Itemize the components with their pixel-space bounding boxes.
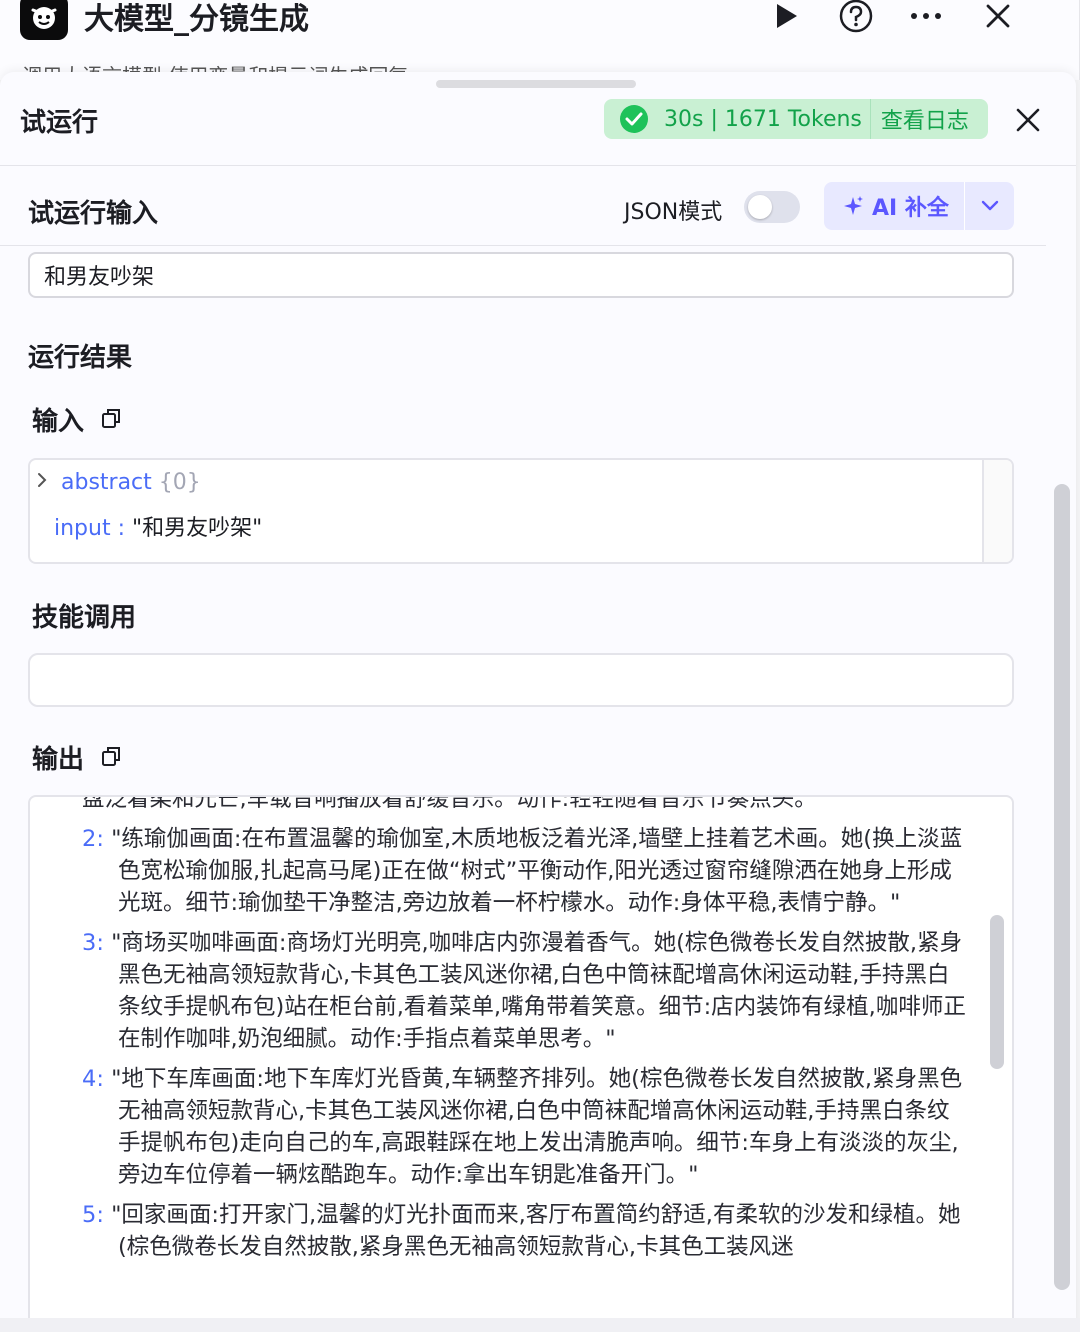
test-input-field[interactable]	[28, 252, 1014, 298]
more-icon[interactable]	[906, 0, 946, 34]
section-divider	[0, 245, 1046, 246]
output-item-text: "商场买咖啡画面:商场灯光明亮,咖啡店内弥漫着香气。她(棕色微卷长发自然披散,紧…	[111, 930, 966, 1052]
output-list: 2: "练瑜伽画面:在布置温馨的瑜伽室,木质地板泛着光泽,墙壁上挂着艺术画。她(…	[82, 823, 968, 1263]
chevron-down-icon[interactable]	[965, 182, 1014, 230]
output-content: 盘泛着柔和光芒,车载音响播放着舒缓音乐。动作:轻轻随着音乐节奏点头。" 2: "…	[82, 795, 968, 1271]
copy-input-icon[interactable]	[100, 407, 122, 429]
output-viewer[interactable]: 盘泛着柔和光芒,车载音响播放着舒缓音乐。动作:轻轻随着音乐节奏点头。" 2: "…	[28, 795, 1014, 1332]
output-item-number: 3	[82, 930, 97, 956]
input-label: 输入	[32, 407, 85, 437]
json-mode-label: JSON模式	[624, 200, 723, 225]
output-partial-line: 盘泛着柔和光芒,车载音响播放着舒缓音乐。动作:轻轻随着音乐节奏点头。"	[82, 795, 828, 812]
output-item-text: "回家画面:打开家门,温馨的灯光扑面而来,客厅布置简约舒适,有柔软的沙发和绿植。…	[111, 1202, 961, 1260]
code-scroll-gutter	[982, 460, 1012, 562]
help-icon[interactable]	[836, 0, 876, 34]
ai-complete-button[interactable]: AI 补全	[824, 182, 964, 230]
close-icon[interactable]	[978, 0, 1018, 34]
bot-logo-icon	[20, 0, 68, 40]
copy-output-icon[interactable]	[100, 745, 122, 767]
panel-title: 试运行	[20, 108, 99, 138]
output-item-text: "练瑜伽画面:在布置温馨的瑜伽室,木质地板泛着光泽,墙壁上挂着艺术画。她(换上淡…	[111, 826, 963, 916]
panel-header: 试运行 30s | 1671 Tokens 查看日志	[0, 72, 1076, 166]
json-mode-toggle[interactable]	[744, 191, 800, 223]
status-divider	[869, 99, 871, 139]
sparkle-icon	[842, 195, 864, 217]
json-key-input: input	[54, 516, 111, 541]
input-json-viewer[interactable]: abstract {0} input : "和男友吵架"	[28, 458, 1014, 564]
panel-scrollbar[interactable]	[1054, 484, 1070, 1290]
json-abstract-count: {0}	[158, 470, 201, 495]
test-input-title: 试运行输入	[28, 199, 159, 229]
check-circle-icon	[620, 105, 648, 133]
node-header: 大模型_分镜生成 调用大语言模型,使用变量和提示词生成回复	[0, 0, 1080, 80]
output-item-number: 4	[82, 1066, 97, 1092]
output-item-number: 2	[82, 826, 97, 852]
output-list-item: 2: "练瑜伽画面:在布置温馨的瑜伽室,木质地板泛着光泽,墙壁上挂着艺术画。她(…	[82, 826, 963, 916]
run-result-title: 运行结果	[28, 343, 133, 373]
expand-chevron-icon[interactable]	[36, 470, 54, 495]
test-run-panel: 试运行 30s | 1671 Tokens 查看日志 试运行输入 JSON模式	[0, 72, 1076, 1332]
panel-close-icon[interactable]	[1010, 102, 1046, 138]
skills-call-box	[28, 653, 1014, 707]
run-duration-tokens: 30s | 1671 Tokens	[664, 106, 862, 132]
view-log-link[interactable]: 查看日志	[881, 103, 969, 135]
output-item-number: 5	[82, 1202, 97, 1228]
ai-complete-label: AI 补全	[872, 196, 949, 221]
skills-label: 技能调用	[32, 603, 137, 633]
output-list-item: 3: "商场买咖啡画面:商场灯光明亮,咖啡店内弥漫着香气。她(棕色微卷长发自然披…	[82, 930, 966, 1052]
panel-scroll-area[interactable]: 试运行输入 JSON模式 AI 补全 运行结果 输	[0, 167, 1076, 1332]
output-label: 输出	[32, 745, 85, 775]
ai-complete-button-group: AI 补全	[824, 182, 1014, 230]
output-item-text: "地下车库画面:地下车库灯光昏黄,车辆整齐排列。她(棕色微卷长发自然披散,紧身黑…	[111, 1066, 963, 1188]
output-list-item: 5: "回家画面:打开家门,温馨的灯光扑面而来,客厅布置简约舒适,有柔软的沙发和…	[82, 1202, 961, 1260]
node-title: 大模型_分镜生成	[84, 2, 309, 37]
json-input-value: "和男友吵架"	[132, 516, 263, 541]
play-icon[interactable]	[766, 0, 806, 34]
output-scrollbar[interactable]	[990, 915, 1004, 1069]
json-key-abstract: abstract	[61, 470, 152, 495]
run-status-badge: 30s | 1671 Tokens 查看日志	[604, 99, 988, 139]
output-list-item: 4: "地下车库画面:地下车库灯光昏黄,车辆整齐排列。她(棕色微卷长发自然披散,…	[82, 1066, 963, 1188]
toggle-knob	[748, 195, 772, 219]
bottom-edge	[0, 1318, 1080, 1332]
